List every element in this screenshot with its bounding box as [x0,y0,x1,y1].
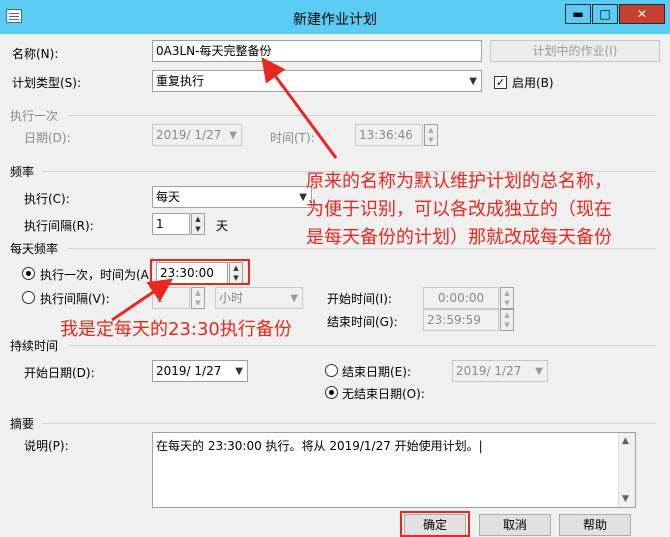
annotation-arrows [111,57,338,322]
annotation-note-1-line-1: 原来的名称为默认维护计划的总名称， [306,171,612,192]
annotation-note-1-line-3: 是每天备份的计划）那就改成每天备份 [306,227,612,248]
annotation-arrow-time [111,278,173,322]
annotation-note-1-line-2: 为便于识别，可以各改成独立的（现在 [306,199,612,220]
annotation-arrow-name [261,57,338,159]
annotation-note-2: 我是定每天的23:30执行备份 [60,319,292,340]
